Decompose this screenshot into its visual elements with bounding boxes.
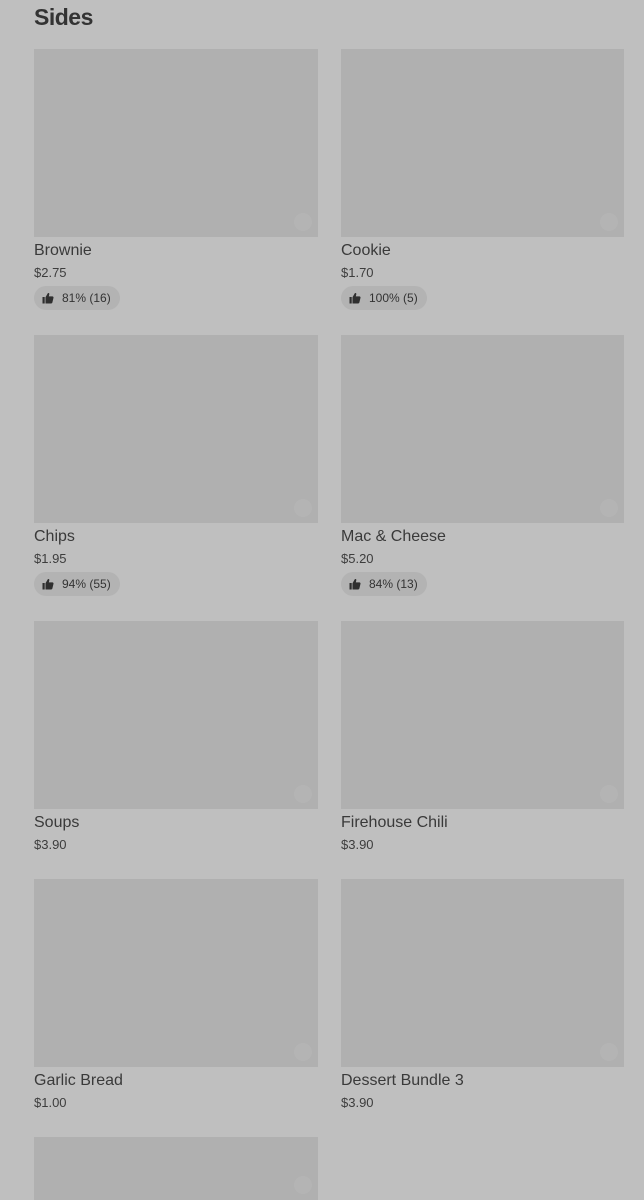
item-image <box>341 335 624 523</box>
rating-badge: 81% (16) <box>34 286 120 310</box>
item-price: $5.20 <box>341 551 374 566</box>
item-image <box>341 49 624 237</box>
item-name: Chips <box>34 528 75 545</box>
menu-item-card[interactable]: Brownie $2.75 81% (16) <box>34 49 318 310</box>
menu-item-card[interactable]: Cookie $1.70 100% (5) <box>341 49 624 310</box>
rating-text: 81% (16) <box>62 291 111 305</box>
item-price: $1.70 <box>341 265 374 280</box>
item-image <box>34 879 318 1067</box>
item-image <box>341 621 624 809</box>
menu-item-card[interactable]: Garlic Bread $1.00 <box>34 879 318 1111</box>
thumbs-up-icon <box>42 292 54 304</box>
thumbs-up-icon <box>42 578 54 590</box>
item-name: Cookie <box>341 242 391 259</box>
item-price: $3.90 <box>34 837 67 852</box>
item-image <box>34 1137 318 1200</box>
item-price: $2.75 <box>34 265 67 280</box>
rating-text: 94% (55) <box>62 577 111 591</box>
menu-item-card[interactable]: Firehouse Chili $3.90 <box>341 621 624 853</box>
rating-text: 84% (13) <box>369 577 418 591</box>
item-name: Mac & Cheese <box>341 528 446 545</box>
item-image <box>341 879 624 1067</box>
item-image <box>34 621 318 809</box>
rating-badge: 100% (5) <box>341 286 427 310</box>
menu-item-card[interactable]: Chips $1.95 94% (55) <box>34 335 318 596</box>
item-price: $3.90 <box>341 1095 374 1110</box>
item-name: Garlic Bread <box>34 1072 123 1089</box>
menu-item-card[interactable]: Dessert Bundle 3 $3.90 <box>341 879 624 1111</box>
sides-section: Sides Brownie $2.75 81% (16) Cookie $1.7… <box>0 0 644 1200</box>
menu-item-card[interactable]: Soups $3.90 <box>34 621 318 853</box>
menu-item-card[interactable] <box>34 1137 318 1200</box>
item-price: $1.00 <box>34 1095 67 1110</box>
item-image <box>34 335 318 523</box>
rating-text: 100% (5) <box>369 291 418 305</box>
item-image <box>34 49 318 237</box>
thumbs-up-icon <box>349 292 361 304</box>
section-title: Sides <box>34 4 93 30</box>
item-name: Firehouse Chili <box>341 814 448 831</box>
item-price: $3.90 <box>341 837 374 852</box>
item-name: Dessert Bundle 3 <box>341 1072 464 1089</box>
rating-badge: 84% (13) <box>341 572 427 596</box>
item-name: Brownie <box>34 242 92 259</box>
item-price: $1.95 <box>34 551 67 566</box>
menu-item-card[interactable]: Mac & Cheese $5.20 84% (13) <box>341 335 624 596</box>
rating-badge: 94% (55) <box>34 572 120 596</box>
item-name: Soups <box>34 814 80 831</box>
thumbs-up-icon <box>349 578 361 590</box>
